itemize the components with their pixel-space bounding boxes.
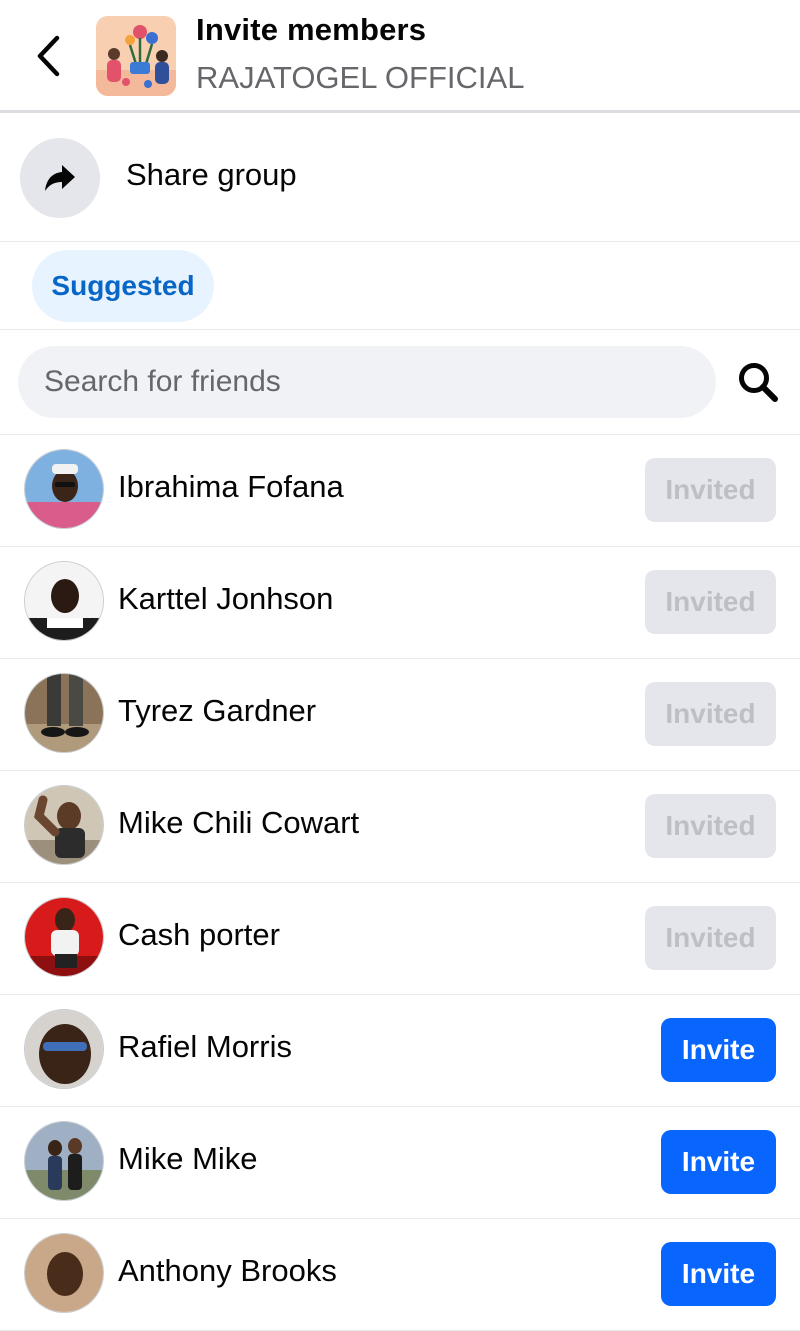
invite-button[interactable]: Invite: [661, 1018, 776, 1082]
avatar: [24, 785, 104, 865]
avatar: [24, 897, 104, 977]
friend-row: Rafiel Morris Invite: [0, 995, 800, 1107]
friend-row: Mike Mike Invite: [0, 1107, 800, 1219]
friend-name: Anthony Brooks: [118, 1253, 337, 1288]
friend-name: Mike Mike: [118, 1141, 258, 1176]
invite-button[interactable]: Invite: [661, 1130, 776, 1194]
search-icon: [739, 363, 778, 402]
friend-row: Mike Chili Cowart Invited: [0, 771, 800, 883]
friend-row: Anthony Brooks Invite: [0, 1219, 800, 1331]
avatar: [24, 1121, 104, 1201]
group-cover-image: [96, 16, 176, 96]
friend-row: Ibrahima Fofana Invited: [0, 435, 800, 547]
avatar: [24, 1009, 104, 1089]
group-name: RAJATOGEL OFFICIAL: [196, 60, 525, 95]
friend-name: Tyrez Gardner: [118, 693, 317, 728]
friend-name: Mike Chili Cowart: [118, 805, 360, 840]
page-title: Invite members: [196, 12, 427, 47]
invited-button: Invited: [645, 570, 776, 634]
chevron-left-icon: [37, 35, 60, 77]
app-header: Invite members RAJATOGEL OFFICIAL: [0, 0, 800, 113]
friend-name: Karttel Jonhson: [118, 581, 334, 616]
invited-button: Invited: [645, 794, 776, 858]
avatar: [24, 1233, 104, 1313]
search-button[interactable]: [734, 358, 782, 406]
share-arrow-icon: [45, 165, 75, 191]
invited-button: Invited: [645, 682, 776, 746]
friend-row: Cash porter Invited: [0, 883, 800, 995]
share-icon-circle: [20, 138, 100, 218]
chip-suggested[interactable]: Suggested: [32, 250, 214, 322]
search-bar: [0, 330, 800, 435]
avatar: [24, 673, 104, 753]
friend-name: Cash porter: [118, 917, 280, 952]
invited-button: Invited: [645, 458, 776, 522]
avatar: [24, 561, 104, 641]
share-group-label: Share group: [126, 157, 297, 192]
friend-row: Tyrez Gardner Invited: [0, 659, 800, 771]
search-input[interactable]: [18, 346, 716, 418]
invited-button: Invited: [645, 906, 776, 970]
filter-chips: Suggested: [0, 242, 800, 330]
invite-button[interactable]: Invite: [661, 1242, 776, 1306]
avatar: [24, 449, 104, 529]
share-group-row[interactable]: Share group: [0, 113, 800, 242]
friend-row: Karttel Jonhson Invited: [0, 547, 800, 659]
back-button[interactable]: [28, 28, 68, 84]
friend-name: Rafiel Morris: [118, 1029, 292, 1064]
friends-list: Ibrahima Fofana Invited Karttel Jonhson …: [0, 435, 800, 1331]
friend-name: Ibrahima Fofana: [118, 469, 344, 504]
